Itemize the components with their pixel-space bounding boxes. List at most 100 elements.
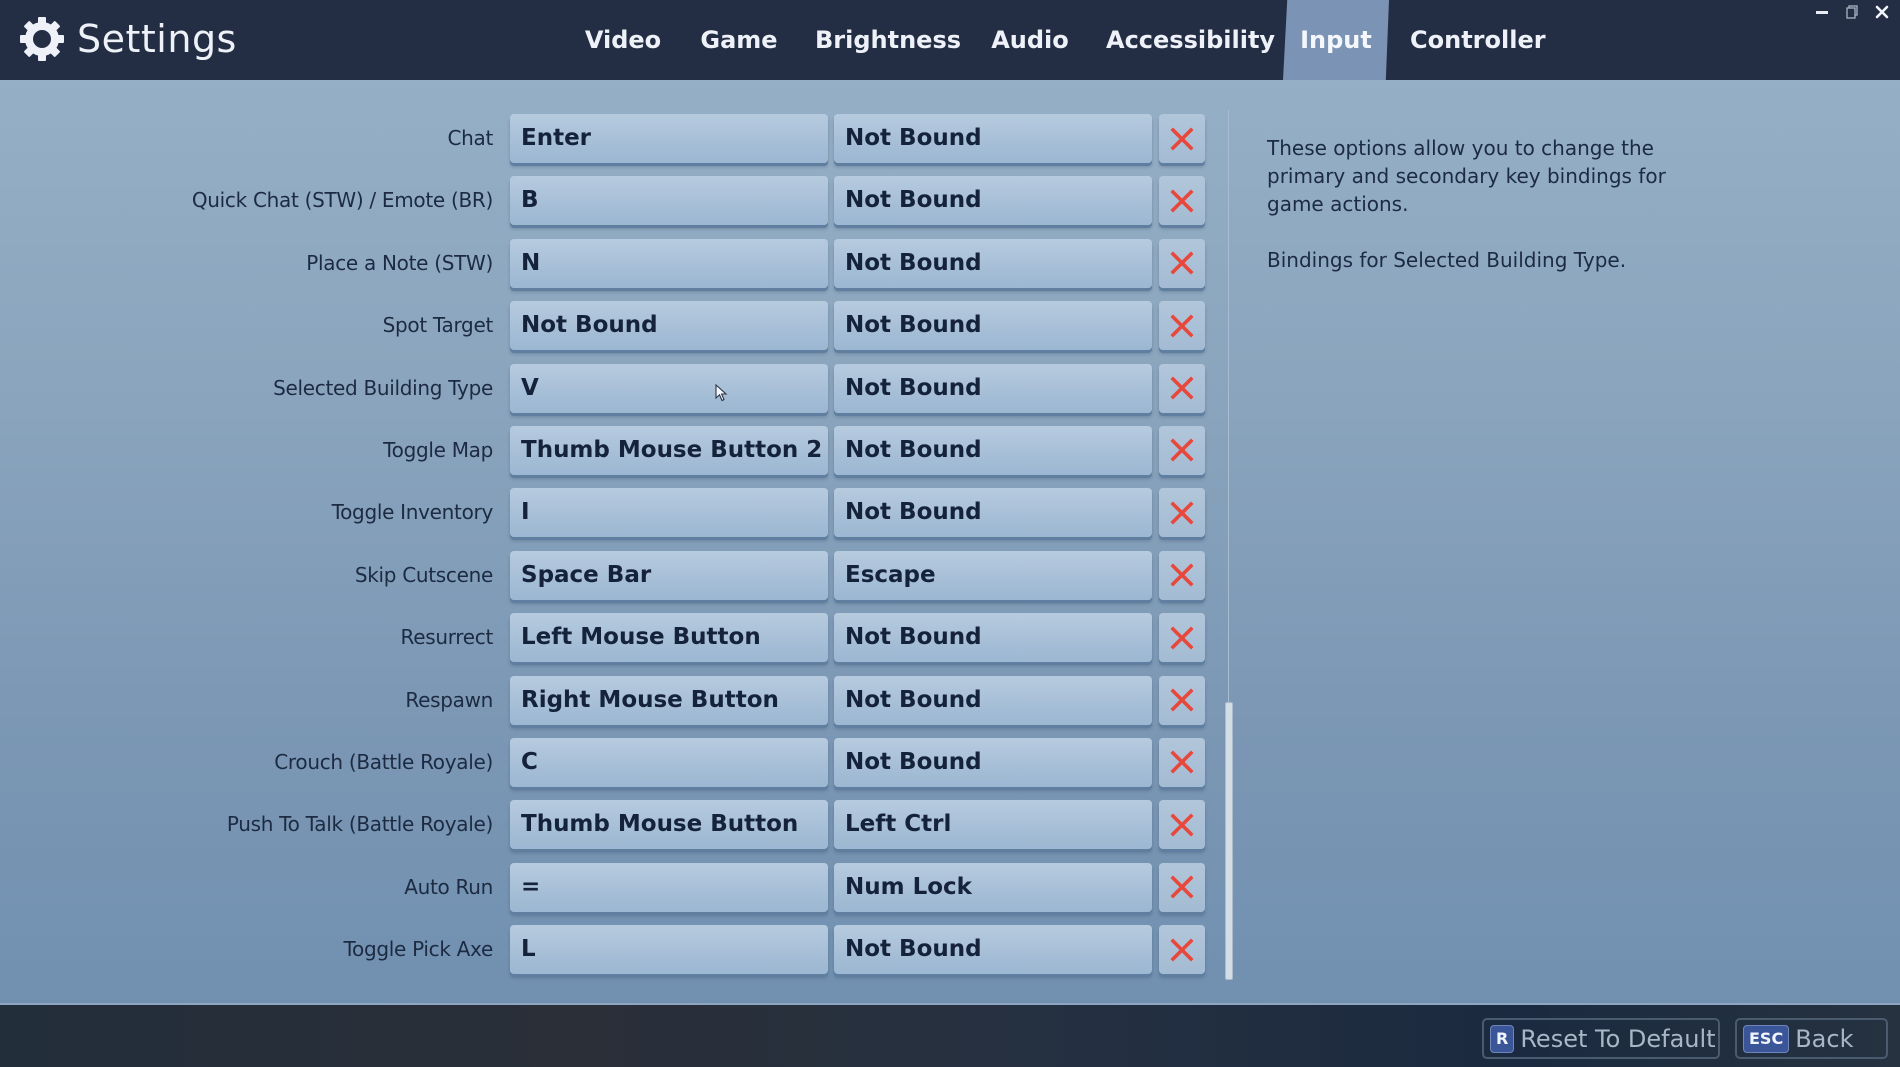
clear-binding-button[interactable] [1159, 363, 1205, 413]
keybinding-row: Toggle Pick Axe L Not Bound [0, 925, 1220, 987]
primary-key-button[interactable]: Left Mouse Button [510, 613, 828, 663]
primary-key-button[interactable]: Enter [510, 114, 828, 163]
close-x-icon [1170, 189, 1194, 213]
tab-audio[interactable]: Audio [990, 0, 1070, 80]
clear-binding-button[interactable] [1159, 425, 1205, 475]
secondary-key-button[interactable]: Left Ctrl [834, 800, 1152, 850]
secondary-key-button[interactable]: Not Bound [834, 488, 1152, 538]
scrollbar-thumb[interactable] [1225, 701, 1233, 980]
clear-binding-button[interactable] [1159, 301, 1205, 351]
action-label: Resurrect [400, 625, 494, 650]
primary-key-button[interactable]: Right Mouse Button [510, 675, 828, 725]
input-settings-panel: Chat Enter Not Bound Quick Chat (STW) / Emo… [0, 80, 1900, 1005]
primary-key-button[interactable]: Thumb Mouse Button 2 [510, 425, 828, 475]
secondary-key-button[interactable]: Not Bound [834, 176, 1152, 226]
secondary-key-button[interactable]: Not Bound [834, 737, 1152, 787]
primary-key-button[interactable]: Not Bound [510, 301, 828, 351]
keybinding-row: Quick Chat (STW) / Emote (BR) B Not Bound [0, 176, 1220, 238]
primary-key-button[interactable]: L [510, 925, 828, 975]
action-label: Respawn [405, 687, 493, 712]
clear-binding-button[interactable] [1159, 675, 1205, 725]
primary-key-button[interactable]: C [510, 737, 828, 787]
window-controls [1814, 0, 1890, 24]
minimize-button[interactable] [1814, 4, 1830, 20]
restore-button[interactable] [1844, 4, 1860, 20]
keybinding-row: Selected Building Type V Not Bound [0, 363, 1220, 426]
secondary-key-button[interactable]: Not Bound [834, 363, 1152, 413]
key-hint-esc: ESC [1743, 1024, 1790, 1053]
clear-binding-button[interactable] [1159, 114, 1205, 163]
clear-binding-button[interactable] [1159, 488, 1205, 538]
restore-icon [1846, 5, 1858, 19]
tab-video[interactable]: Video [583, 0, 663, 80]
keybinding-row: Chat Enter Not Bound [0, 114, 1220, 176]
action-label: Skip Cutscene [354, 562, 493, 587]
keybinding-row: Skip Cutscene Space Bar Escape [0, 550, 1220, 613]
header-bar: Settings Video Game Brightness Audio Acc… [0, 0, 1900, 80]
minimize-icon [1816, 11, 1828, 14]
secondary-key-button[interactable]: Not Bound [834, 925, 1152, 975]
action-label: Toggle Inventory [331, 500, 494, 525]
secondary-key-button[interactable]: Not Bound [834, 425, 1152, 475]
primary-key-button[interactable]: I [510, 488, 828, 538]
secondary-key-button[interactable]: Num Lock [834, 862, 1152, 912]
clear-binding-button[interactable] [1159, 925, 1205, 975]
clear-binding-button[interactable] [1159, 862, 1205, 912]
tab-accessibility[interactable]: Accessibility [1106, 0, 1275, 80]
secondary-key-button[interactable]: Not Bound [834, 301, 1152, 351]
primary-key-button[interactable]: V [510, 363, 828, 413]
clear-binding-button[interactable] [1159, 176, 1205, 226]
clear-binding-button[interactable] [1159, 737, 1205, 787]
keybinding-row: Auto Run = Num Lock [0, 862, 1220, 925]
close-window-button[interactable] [1874, 4, 1890, 20]
keybinding-row: Spot Target Not Bound Not Bound [0, 301, 1220, 363]
action-label: Chat [447, 126, 493, 150]
tab-game[interactable]: Game [697, 0, 781, 80]
description-panel: These options allow you to change the pr… [1267, 134, 1687, 274]
action-label: Push To Talk (Battle Royale) [226, 812, 493, 837]
footer-bar: R Reset To Default ESC Back [0, 1005, 1900, 1067]
action-label: Selected Building Type [273, 375, 493, 400]
action-label: Toggle Map [383, 437, 493, 462]
secondary-key-button[interactable]: Not Bound [834, 613, 1152, 663]
tab-brightness[interactable]: Brightness [815, 0, 961, 80]
keybinding-row: Respawn Right Mouse Button Not Bound [0, 675, 1220, 738]
description-text: These options allow you to change the pr… [1267, 136, 1666, 216]
action-label: Toggle Pick Axe [343, 937, 494, 962]
action-label: Spot Target [382, 313, 494, 338]
clear-binding-button[interactable] [1159, 550, 1205, 600]
secondary-key-button[interactable]: Not Bound [834, 114, 1152, 163]
keybinding-row: Crouch (Battle Royale) C Not Bound [0, 737, 1220, 800]
clear-binding-button[interactable] [1159, 238, 1205, 288]
close-x-icon [1170, 438, 1194, 462]
primary-key-button[interactable]: N [510, 238, 828, 288]
keybinding-row: Resurrect Left Mouse Button Not Bound [0, 613, 1220, 675]
close-x-icon [1170, 688, 1194, 712]
close-x-icon [1170, 938, 1194, 962]
tab-controller[interactable]: Controller [1410, 0, 1546, 80]
clear-binding-button[interactable] [1159, 800, 1205, 850]
reset-to-default-button[interactable]: R Reset To Default [1482, 1018, 1720, 1059]
close-x-icon [1170, 813, 1194, 837]
mouse-cursor-icon [715, 384, 728, 402]
primary-key-button[interactable]: Space Bar [510, 550, 828, 600]
secondary-key-button[interactable]: Escape [834, 550, 1152, 600]
description-selected: Bindings for Selected Building Type. [1267, 248, 1627, 272]
back-label: Back [1795, 1024, 1854, 1053]
close-x-icon [1170, 314, 1194, 338]
close-icon [1875, 5, 1889, 19]
keybinding-row: Toggle Map Thumb Mouse Button 2 Not Bound [0, 425, 1220, 488]
secondary-key-button[interactable]: Not Bound [834, 675, 1152, 725]
reset-label: Reset To Default [1520, 1024, 1716, 1053]
close-x-icon [1170, 251, 1194, 275]
action-label: Place a Note (STW) [306, 250, 493, 275]
primary-key-button[interactable]: = [510, 862, 828, 912]
primary-key-button[interactable]: Thumb Mouse Button [510, 800, 828, 850]
action-label: Quick Chat (STW) / Emote (BR) [191, 188, 493, 213]
primary-key-button[interactable]: B [510, 176, 828, 226]
clear-binding-button[interactable] [1159, 613, 1205, 663]
tab-input[interactable]: Input [1283, 0, 1389, 80]
back-button[interactable]: ESC Back [1735, 1018, 1888, 1059]
settings-tabs: Video Game Brightness Audio Accessibilit… [0, 0, 1900, 80]
secondary-key-button[interactable]: Not Bound [834, 238, 1152, 288]
